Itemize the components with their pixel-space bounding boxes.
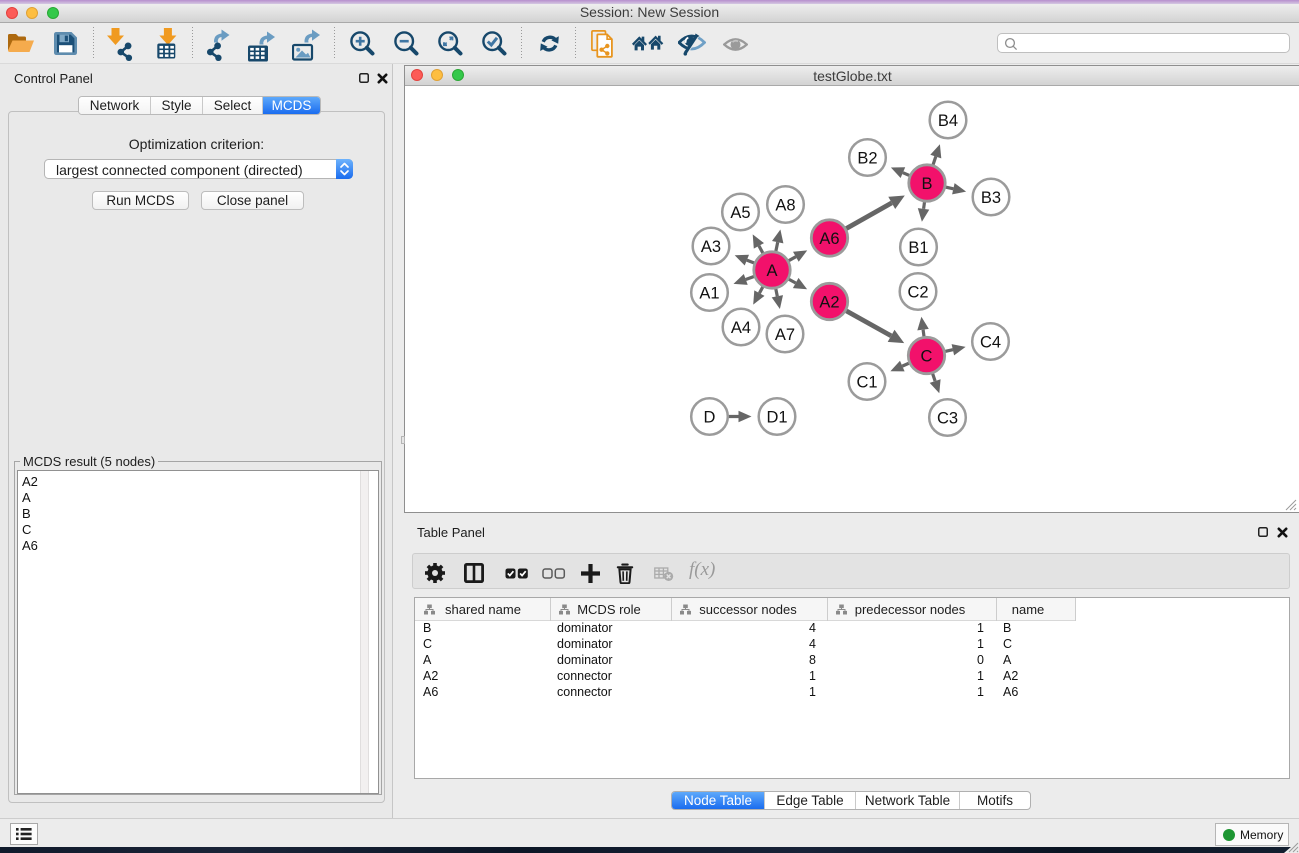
svg-text:A: A — [766, 262, 777, 280]
svg-text:B4: B4 — [938, 112, 958, 130]
svg-text:A3: A3 — [701, 238, 721, 256]
svg-text:C: C — [921, 347, 933, 365]
svg-text:C3: C3 — [937, 409, 958, 427]
svg-text:B3: B3 — [981, 189, 1001, 207]
svg-text:D1: D1 — [766, 408, 787, 426]
svg-text:A8: A8 — [775, 196, 795, 214]
svg-text:A6: A6 — [819, 230, 839, 248]
svg-text:A7: A7 — [775, 326, 795, 344]
svg-text:B2: B2 — [857, 149, 877, 167]
svg-text:A2: A2 — [819, 293, 839, 311]
svg-text:B: B — [921, 175, 932, 193]
svg-text:D: D — [704, 408, 716, 426]
svg-text:C1: C1 — [856, 373, 877, 391]
svg-text:A4: A4 — [731, 319, 751, 337]
svg-text:A1: A1 — [699, 284, 719, 302]
svg-text:A5: A5 — [730, 204, 750, 222]
svg-text:C4: C4 — [980, 333, 1001, 351]
svg-text:B1: B1 — [908, 239, 928, 257]
svg-text:C2: C2 — [907, 283, 928, 301]
